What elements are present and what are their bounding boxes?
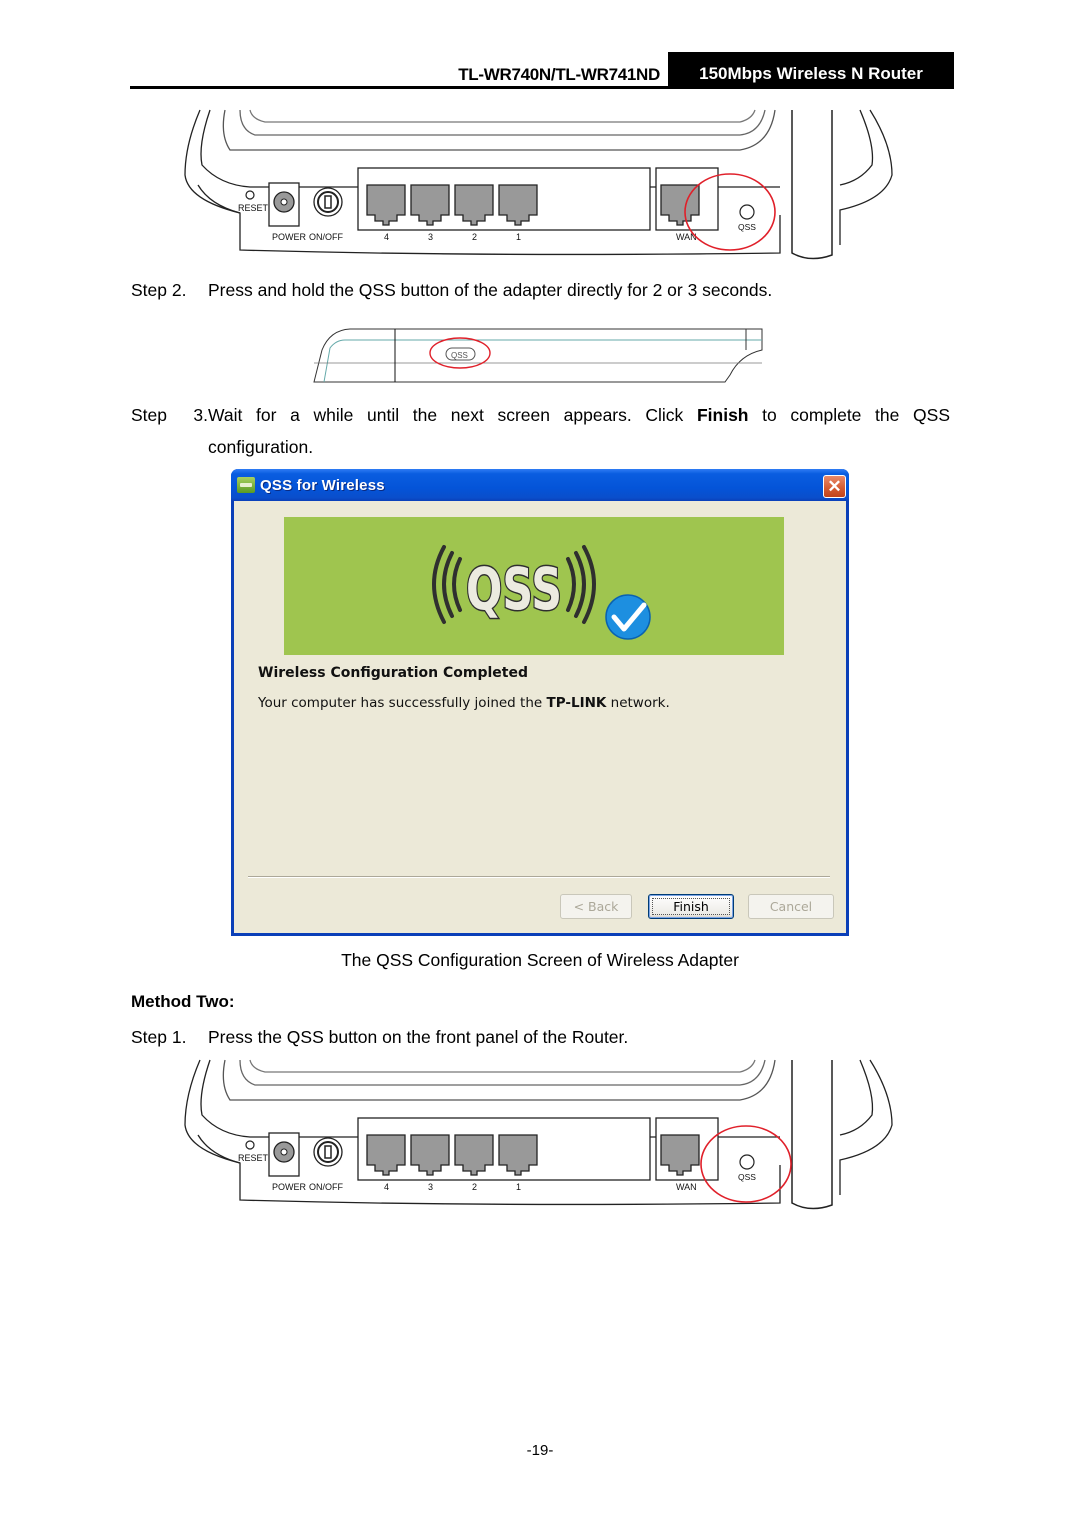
method-two-heading: Method Two: bbox=[131, 992, 235, 1011]
router-rear-panel-image: RESET POWER ON/OFF 4 3 2 1 WAN QSS bbox=[180, 105, 900, 265]
header-rule bbox=[130, 86, 954, 89]
step-3-text-after: to complete the QSS bbox=[748, 405, 950, 425]
method-two-step-1: Step 1. Press the QSS button on the front… bbox=[131, 1027, 628, 1047]
page-number: -19- bbox=[526, 1442, 554, 1459]
qss-banner: QSS bbox=[284, 517, 784, 655]
adapter-qss-label: QSS bbox=[451, 351, 468, 360]
router-rear-panel-image-2: RESET POWER ON/OFF 4 3 2 1 WAN QSS bbox=[180, 1055, 900, 1215]
adapter-drawing: QSS bbox=[313, 328, 763, 383]
cancel-button[interactable]: Cancel bbox=[748, 894, 834, 919]
wireless-adapter-image: QSS bbox=[300, 320, 780, 390]
router-rear-panel-drawing: RESET POWER ON/OFF 4 3 2 1 WAN QSS bbox=[184, 109, 893, 260]
step-3-continuation: configuration. bbox=[208, 437, 314, 457]
lan-label-4: 4 bbox=[384, 1182, 389, 1192]
signal-waves-right bbox=[566, 545, 596, 624]
back-button[interactable]: < Back bbox=[560, 894, 632, 919]
lan-label-2: 2 bbox=[472, 232, 477, 242]
qss-dialog-window: QSS for Wireless ✕ QSS Wireless Configur… bbox=[231, 469, 849, 936]
router-rear-panel-drawing-2: RESET POWER ON/OFF 4 3 2 1 WAN QSS bbox=[184, 1059, 893, 1210]
qss-app-icon bbox=[237, 477, 255, 493]
dialog-separator bbox=[248, 876, 830, 878]
step-2: Step 2. Press and hold the QSS button of … bbox=[131, 280, 772, 300]
lan-label-2: 2 bbox=[472, 1182, 477, 1192]
finish-button[interactable]: Finish bbox=[648, 894, 734, 919]
header-model: TL-WR740N/TL-WR741ND bbox=[458, 65, 660, 84]
qss-label: QSS bbox=[738, 1172, 756, 1182]
antenna bbox=[791, 1060, 833, 1210]
lan-label-3: 3 bbox=[428, 1182, 433, 1192]
figure-caption: The QSS Configuration Screen of Wireless… bbox=[341, 950, 739, 970]
step-2-label: Step 2. bbox=[131, 280, 187, 300]
method-two-step-1-label: Step 1. bbox=[131, 1027, 187, 1047]
header-product: 150Mbps Wireless N Router bbox=[668, 52, 954, 87]
lan-label-1: 1 bbox=[516, 1182, 521, 1192]
close-button[interactable]: ✕ bbox=[823, 475, 846, 498]
dialog-title: QSS for Wireless bbox=[260, 477, 385, 494]
onoff-label: ON/OFF bbox=[309, 232, 343, 242]
onoff-label: ON/OFF bbox=[309, 1182, 343, 1192]
dialog-message: Your computer has successfully joined th… bbox=[258, 695, 670, 711]
step-3-label: Step 3. bbox=[131, 405, 208, 425]
antenna bbox=[791, 110, 833, 260]
checkmark-icon bbox=[605, 594, 651, 640]
power-label: POWER bbox=[272, 1182, 307, 1192]
dialog-titlebar[interactable]: QSS for Wireless ✕ bbox=[231, 469, 849, 501]
qss-logo: QSS bbox=[432, 545, 651, 640]
dialog-heading: Wireless Configuration Completed bbox=[258, 665, 529, 681]
reset-label: RESET bbox=[238, 203, 269, 213]
qss-button bbox=[739, 1154, 755, 1170]
lan-label-4: 4 bbox=[384, 232, 389, 242]
step-3-finish-emphasis: Finish bbox=[696, 405, 749, 425]
step-3-text-before: Wait for a while until the next screen a… bbox=[208, 405, 697, 425]
step-3: Step 3.Wait for a while until the next s… bbox=[131, 405, 950, 425]
dialog-body: QSS Wireless Configuration Completed You… bbox=[234, 501, 846, 933]
page-header: TL-WR740N/TL-WR741ND 150Mbps Wireless N … bbox=[130, 52, 954, 89]
qss-label: QSS bbox=[738, 222, 756, 232]
method-two-step-1-text: Press the QSS button on the front panel … bbox=[208, 1027, 629, 1047]
signal-waves-left bbox=[432, 545, 462, 624]
step-2-text: Press and hold the QSS button of the ada… bbox=[208, 280, 773, 300]
dialog-message-brand: TP-LINK bbox=[546, 695, 607, 711]
qss-button bbox=[739, 204, 755, 220]
qss-logo-text: QSS bbox=[466, 555, 562, 623]
dialog-message-before: Your computer has successfully joined th… bbox=[258, 695, 547, 711]
power-label: POWER bbox=[272, 232, 307, 242]
reset-label: RESET bbox=[238, 1153, 269, 1163]
wan-label: WAN bbox=[676, 1182, 697, 1192]
dialog-message-after: network. bbox=[606, 695, 670, 711]
lan-label-3: 3 bbox=[428, 232, 433, 242]
lan-label-1: 1 bbox=[516, 232, 521, 242]
